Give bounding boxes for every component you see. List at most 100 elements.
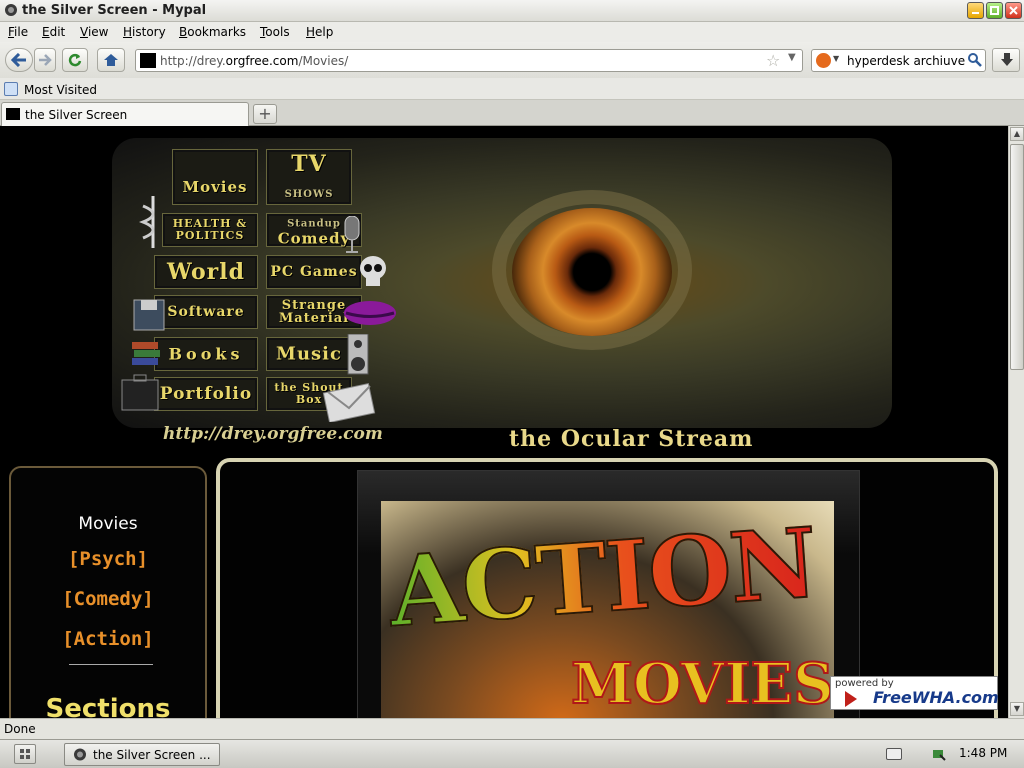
- tv-shows-nav-button[interactable]: TV SHOWS: [266, 149, 352, 205]
- network-tray-icon[interactable]: [932, 747, 946, 761]
- freewha-badge[interactable]: powered by FreeWHA.com: [830, 676, 999, 710]
- status-text: Done: [4, 722, 36, 736]
- reload-button[interactable]: [62, 48, 88, 72]
- vertical-scrollbar[interactable]: ▲ ▼: [1008, 126, 1024, 718]
- box-label: Box: [295, 393, 323, 406]
- world-nav-button[interactable]: World: [154, 255, 258, 289]
- url-text[interactable]: http://drey.orgfree.com/Movies/: [160, 54, 348, 68]
- title-bar: the Silver Screen - Mypal: [0, 0, 1024, 22]
- taskbar-window-label: the Silver Screen ...: [93, 748, 211, 762]
- menu-tools[interactable]: Tools: [260, 25, 290, 39]
- site-url-caption: http://drey.orgfree.com: [163, 424, 383, 444]
- action-link[interactable]: [Action]: [11, 628, 205, 650]
- left-navigation-panel: Movies [Psych] [Comedy] [Action] Section…: [9, 466, 207, 718]
- most-visited-bookmark[interactable]: Most Visited: [24, 83, 97, 97]
- status-bar: Done: [0, 718, 1024, 739]
- freewha-arrow-icon: [845, 691, 857, 707]
- header-banner: Movies TV SHOWS HEALTH & POLITICS Standup C…: [112, 138, 892, 428]
- menu-help[interactable]: Help: [306, 25, 333, 39]
- tv-label: TV: [291, 151, 327, 177]
- new-tab-button[interactable]: +: [253, 104, 277, 124]
- taskbar-window-silver-screen[interactable]: the Silver Screen ...: [64, 743, 220, 766]
- purple-lips-icon: [344, 301, 396, 325]
- health-politics-nav-button[interactable]: HEALTH & POLITICS: [162, 213, 258, 247]
- desktop-grid-icon: [20, 749, 30, 759]
- poster-title: ACTION: [385, 505, 820, 649]
- portfolio-nav-label: Portfolio: [159, 384, 253, 404]
- bookmark-star-icon[interactable]: ☆: [766, 51, 780, 70]
- maximize-button[interactable]: [986, 2, 1003, 19]
- portfolio-case-icon: [121, 374, 159, 411]
- app-icon: [5, 4, 17, 16]
- forward-button[interactable]: [34, 48, 56, 72]
- microphone-icon: [344, 216, 360, 253]
- window-title: the Silver Screen - Mypal: [22, 3, 207, 18]
- scrollbar-thumb[interactable]: [1010, 144, 1024, 370]
- navigation-toolbar: http://drey.orgfree.com/Movies/ ☆ ▼ ▼ hy…: [0, 42, 1024, 78]
- nav-divider: [69, 664, 153, 665]
- floppy-disk-icon: [133, 299, 165, 331]
- search-input[interactable]: hyperdesk archiuve: [847, 54, 965, 68]
- plus-icon: +: [258, 104, 272, 123]
- search-bar[interactable]: ▼ hyperdesk archiuve: [811, 49, 986, 72]
- scroll-up-arrow-icon[interactable]: ▲: [1010, 127, 1024, 141]
- books-nav-button[interactable]: Books: [154, 337, 258, 371]
- caduceus-icon: [139, 196, 155, 248]
- psych-link[interactable]: [Psych]: [11, 548, 205, 570]
- comedy-link[interactable]: [Comedy]: [11, 588, 205, 610]
- search-engine-icon[interactable]: [816, 53, 831, 68]
- maximize-icon: [990, 6, 999, 15]
- menu-bar: File Edit View History Bookmarks Tools H…: [0, 22, 1024, 42]
- minimize-button[interactable]: [967, 2, 984, 19]
- back-button[interactable]: [5, 48, 33, 72]
- tab-title: the Silver Screen: [25, 108, 128, 122]
- close-icon: [1009, 6, 1018, 15]
- menu-edit[interactable]: Edit: [42, 25, 65, 39]
- close-button[interactable]: [1005, 2, 1022, 19]
- scroll-down-arrow-icon[interactable]: ▼: [1010, 702, 1024, 716]
- health-politics-nav-label: HEALTH & POLITICS: [165, 218, 255, 242]
- home-icon: [104, 54, 118, 66]
- music-nav-button[interactable]: Music: [266, 337, 352, 371]
- tab-silver-screen[interactable]: the Silver Screen: [1, 102, 249, 126]
- envelope-icon: [322, 382, 376, 422]
- standup-label: Standup: [287, 218, 341, 230]
- url-dropdown-icon[interactable]: ▼: [788, 52, 796, 63]
- home-button[interactable]: [97, 48, 125, 72]
- pc-games-nav-button[interactable]: PC Games: [266, 255, 362, 289]
- taskbar: the Silver Screen ... 1:48 PM: [0, 739, 1024, 768]
- sections-heading: Sections: [45, 694, 171, 718]
- movies-nav-button[interactable]: Movies: [172, 149, 258, 205]
- download-arrow-icon: [1001, 53, 1013, 66]
- books-stack-icon: [132, 342, 160, 365]
- most-visited-icon: [4, 82, 18, 96]
- menu-bookmarks[interactable]: Bookmarks: [179, 25, 246, 39]
- site-favicon-icon: [140, 53, 156, 68]
- page-content: Movies TV SHOWS HEALTH & POLITICS Standup C…: [0, 126, 1008, 718]
- clock[interactable]: 1:48 PM: [959, 746, 1007, 760]
- search-icon[interactable]: [967, 52, 983, 68]
- software-nav-button[interactable]: Software: [154, 295, 258, 329]
- portfolio-nav-button[interactable]: Portfolio: [154, 377, 258, 411]
- freewha-brand: FreeWHA.com: [873, 688, 999, 707]
- engine-dropdown-icon[interactable]: ▼: [833, 54, 839, 63]
- taskbar-app-icon: [74, 748, 86, 761]
- world-nav-label: World: [167, 259, 245, 285]
- action-movies-poster[interactable]: ACTION MOVIES: [381, 501, 835, 718]
- movies-nav-label: Movies: [182, 178, 248, 196]
- poster-frame: ACTION MOVIES: [357, 470, 860, 718]
- show-desktop-button[interactable]: [14, 744, 36, 764]
- speaker-icon: [347, 334, 369, 375]
- keyboard-layout-icon[interactable]: [886, 748, 902, 760]
- menu-view[interactable]: View: [80, 25, 108, 39]
- menu-history[interactable]: History: [123, 25, 166, 39]
- downloads-button[interactable]: [992, 48, 1020, 72]
- minimize-icon: [972, 12, 979, 14]
- reload-icon: [68, 53, 82, 67]
- comedy-label: Comedy: [277, 229, 351, 248]
- software-nav-label: Software: [167, 304, 245, 320]
- address-bar[interactable]: http://drey.orgfree.com/Movies/ ☆ ▼: [135, 49, 803, 72]
- menu-file[interactable]: File: [8, 25, 28, 39]
- politics-label: POLITICS: [175, 229, 245, 242]
- forward-arrow-icon: [39, 54, 52, 66]
